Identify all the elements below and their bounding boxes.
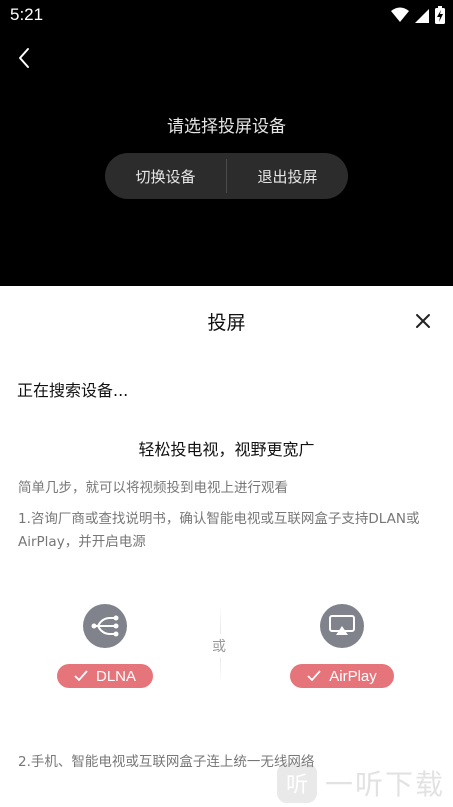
or-label: 或 — [212, 634, 226, 658]
close-button[interactable] — [413, 311, 433, 331]
cast-header: 请选择投屏设备 切换设备 退出投屏 — [0, 32, 453, 286]
check-icon — [74, 670, 88, 682]
cast-prompt: 请选择投屏设备 — [167, 117, 286, 137]
status-icons — [391, 6, 445, 24]
signal-icon — [415, 9, 429, 23]
subtext: 简单几步，就可以将视频投到电视上进行观看 — [18, 480, 288, 496]
airplay-option: AirPlay — [290, 604, 394, 688]
cast-sheet: 投屏 正在搜索设备... 轻松投电视，视野更宽广 简单几步，就可以将视频投到电视… — [0, 286, 453, 807]
airplay-label: AirPlay — [329, 667, 377, 685]
sheet-title: 投屏 — [207, 312, 246, 334]
dlna-badge: DLNA — [57, 664, 153, 688]
step-1-text: 1.咨询厂商或查找说明书，确认智能电视或互联网盒子支持DLAN或AirPlay，… — [18, 511, 420, 550]
dlna-icon — [83, 604, 127, 648]
headline: 轻松投电视，视野更宽广 — [138, 440, 315, 459]
chevron-left-icon — [19, 48, 29, 68]
dlna-label: DLNA — [95, 667, 136, 685]
watermark: 听 一听下载 — [276, 763, 445, 803]
searching-status: 正在搜索设备... — [17, 381, 129, 400]
exit-cast-button[interactable]: 退出投屏 — [227, 153, 348, 199]
step-2-text: 2.手机、智能电视或互联网盒子连上统一无线网络 — [18, 754, 315, 770]
dlna-option: DLNA — [57, 604, 153, 688]
check-icon — [307, 670, 321, 682]
watermark-text: 一听下载 — [324, 768, 445, 801]
airplay-badge: AirPlay — [290, 664, 394, 688]
back-button[interactable] — [10, 44, 38, 72]
status-time: 5:21 — [10, 5, 44, 24]
battery-charging-icon — [435, 6, 445, 24]
switch-device-button[interactable]: 切换设备 — [105, 153, 226, 199]
status-bar: 5:21 — [0, 0, 453, 32]
airplay-icon — [320, 604, 364, 648]
wifi-icon — [391, 7, 409, 22]
close-icon — [416, 314, 430, 328]
watermark-logo-icon: 听 — [276, 763, 317, 803]
cast-actions: 切换设备 退出投屏 — [105, 153, 348, 199]
